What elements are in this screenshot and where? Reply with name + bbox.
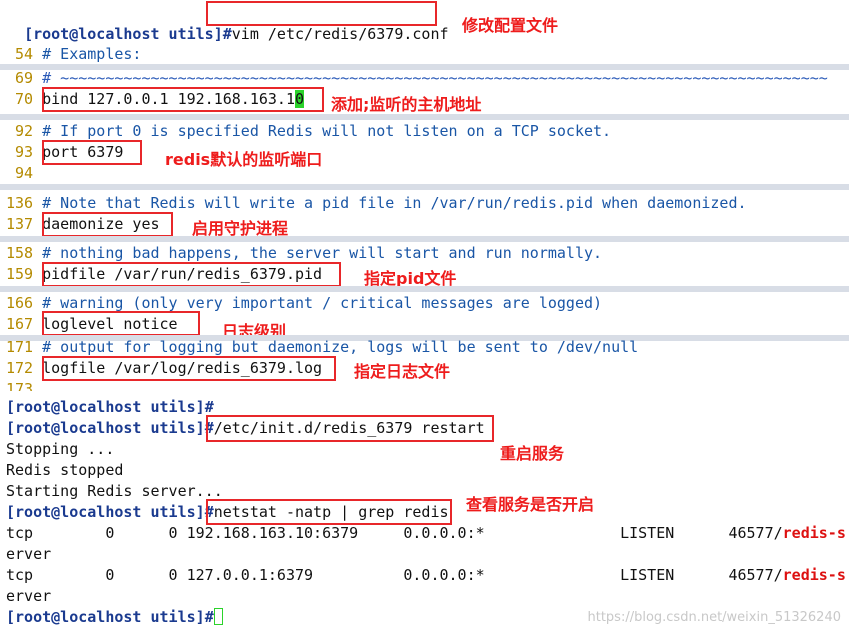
vim-command-highlight bbox=[206, 1, 437, 26]
annotation-vim: 修改配置文件 bbox=[462, 16, 559, 35]
output-stopping: Stopping ... bbox=[6, 440, 115, 458]
annotation-bind: 添加;监听的主机地址 bbox=[331, 95, 482, 114]
pidfile-highlight bbox=[42, 262, 341, 287]
config-line-158: 158 # nothing bad happens, the server wi… bbox=[6, 244, 603, 262]
loglevel-highlight bbox=[42, 311, 200, 336]
netstat-row: tcp 0 0 127.0.0.1:6379 0.0.0.0:* LISTEN … bbox=[6, 566, 846, 584]
annotation-port: redis默认的监听端口 bbox=[165, 150, 323, 169]
annotation-restart: 重启服务 bbox=[500, 444, 565, 463]
config-line-54: 54 # Examples: bbox=[6, 45, 142, 63]
netstat-command-highlight bbox=[206, 499, 452, 525]
section-separator bbox=[0, 114, 849, 120]
restart-command-highlight bbox=[206, 415, 494, 442]
section-separator bbox=[0, 286, 849, 292]
annotation-netstat: 查看服务是否开启 bbox=[466, 495, 595, 514]
prompt-line-empty: [root@localhost utils]# bbox=[6, 398, 214, 416]
output-stopped: Redis stopped bbox=[6, 461, 124, 479]
config-line-173: 173 bbox=[6, 380, 34, 391]
annotation-logfile: 指定日志文件 bbox=[354, 362, 451, 381]
logfile-highlight bbox=[42, 356, 336, 381]
netstat-row-wrap: erver bbox=[6, 545, 52, 563]
daemonize-highlight bbox=[42, 212, 173, 237]
bind-highlight bbox=[42, 87, 324, 112]
section-separator bbox=[0, 184, 849, 190]
output-starting: Starting Redis server... bbox=[6, 482, 223, 500]
vim-command: vim /etc/redis/6379.conf bbox=[231, 25, 449, 43]
netstat-row: tcp 0 0 192.168.163.10:6379 0.0.0.0:* LI… bbox=[6, 524, 846, 542]
config-line-136: 136 # Note that Redis will write a pid f… bbox=[6, 194, 747, 212]
shell-prompt: [root@localhost utils] bbox=[24, 25, 223, 43]
section-separator bbox=[0, 236, 849, 242]
terminal-cursor[interactable] bbox=[213, 608, 223, 625]
prompt-line-final[interactable]: [root@localhost utils]# bbox=[6, 607, 223, 628]
port-highlight bbox=[42, 140, 142, 165]
config-line-92: 92 # If port 0 is specified Redis will n… bbox=[6, 122, 612, 140]
config-line-69: 69 # ~~~~~~~~~~~~~~~~~~~~~~~~~~~~~~~~~~~… bbox=[6, 69, 828, 87]
watermark: https://blog.csdn.net/weixin_51326240 bbox=[587, 610, 841, 625]
config-line-171: 171 # output for logging but daemonize, … bbox=[6, 338, 639, 356]
netstat-row-wrap: erver bbox=[6, 587, 52, 605]
config-line-94: 94 bbox=[6, 164, 34, 182]
